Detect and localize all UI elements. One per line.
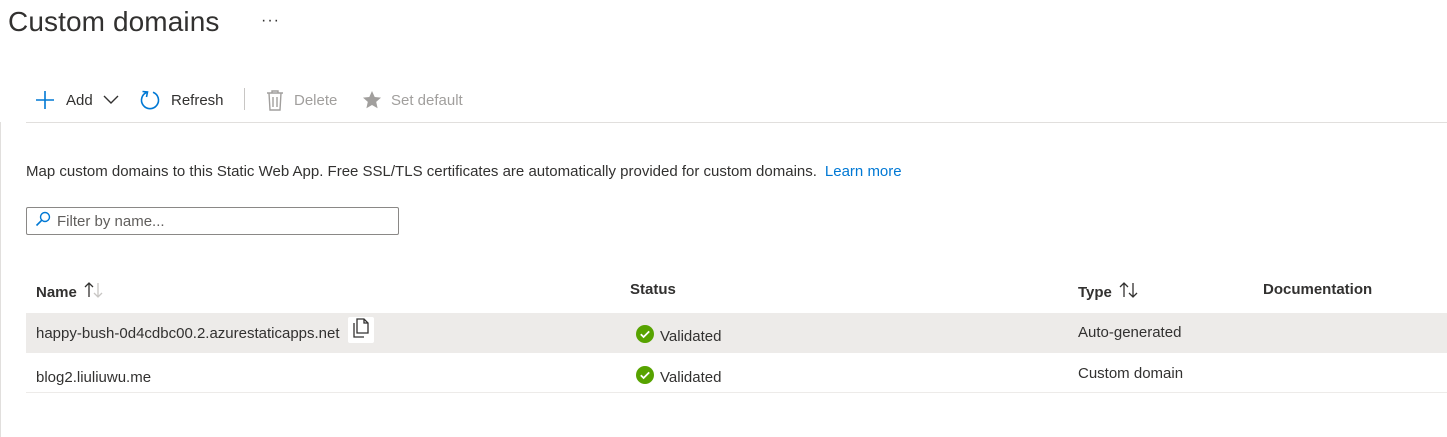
- copy-button[interactable]: [347, 317, 374, 343]
- refresh-icon: [139, 89, 161, 111]
- table-row[interactable]: happy-bush-0d4cdbc00.2.azurestaticapps.n…: [26, 313, 1447, 353]
- check-circle-icon: [636, 325, 654, 347]
- type-cell: Auto-generated: [1078, 323, 1182, 341]
- info-text: Map custom domains to this Static Web Ap…: [26, 163, 902, 180]
- domain-name: blog2.liuliuwu.me: [36, 368, 152, 386]
- column-header-name-label: Name: [36, 283, 77, 301]
- check-circle-icon: [636, 366, 654, 388]
- add-button[interactable]: Add: [34, 84, 119, 116]
- trash-icon: [266, 89, 284, 111]
- column-header-type[interactable]: Type: [1078, 281, 1140, 303]
- column-header-documentation: Documentation: [1263, 281, 1372, 298]
- add-button-label: Add: [66, 91, 93, 109]
- set-default-button-label: Set default: [391, 91, 463, 109]
- column-header-type-label: Type: [1078, 283, 1112, 301]
- star-icon: [362, 90, 382, 110]
- search-icon: [27, 211, 57, 232]
- sort-arrows-icon: [83, 281, 105, 303]
- domain-name-cell: happy-bush-0d4cdbc00.2.azurestaticapps.n…: [36, 313, 374, 353]
- domain-name: happy-bush-0d4cdbc00.2.azurestaticapps.n…: [36, 324, 340, 342]
- delete-button-label: Delete: [294, 91, 338, 109]
- type-cell: Custom domain: [1078, 364, 1184, 382]
- status-cell: Validated: [636, 316, 721, 356]
- status-cell: Validated: [636, 357, 721, 397]
- learn-more-link[interactable]: Learn more: [825, 163, 902, 180]
- more-actions-button[interactable]: ···: [261, 12, 280, 30]
- copy-icon: [352, 318, 370, 342]
- info-description: Map custom domains to this Static Web Ap…: [26, 163, 817, 180]
- domain-name-cell: blog2.liuliuwu.me: [36, 357, 151, 397]
- column-header-documentation-label: Documentation: [1263, 281, 1373, 298]
- filter-box: [26, 207, 399, 235]
- status-text: Validated: [660, 368, 722, 386]
- custom-domains-page: Custom domains ··· Add Refresh Delete Se…: [0, 0, 1447, 437]
- column-header-name[interactable]: Name: [36, 281, 105, 303]
- content-left-border: [0, 122, 1, 437]
- toolbar-divider: [244, 88, 245, 110]
- page-title: Custom domains: [8, 6, 220, 37]
- refresh-button[interactable]: Refresh: [139, 84, 224, 116]
- column-header-status: Status: [630, 281, 676, 298]
- command-bar: Add Refresh Delete Set default: [26, 84, 1447, 123]
- set-default-button[interactable]: Set default: [362, 84, 463, 116]
- filter-input[interactable]: [57, 212, 377, 230]
- status-text: Validated: [660, 327, 722, 345]
- delete-button[interactable]: Delete: [266, 84, 337, 116]
- column-header-status-label: Status: [630, 281, 676, 298]
- plus-icon: [34, 89, 56, 111]
- table-row[interactable]: blog2.liuliuwu.me Validated Custom domai…: [26, 353, 1447, 393]
- sort-arrows-icon: [1118, 281, 1140, 303]
- refresh-button-label: Refresh: [171, 91, 224, 109]
- chevron-down-icon[interactable]: [103, 95, 119, 105]
